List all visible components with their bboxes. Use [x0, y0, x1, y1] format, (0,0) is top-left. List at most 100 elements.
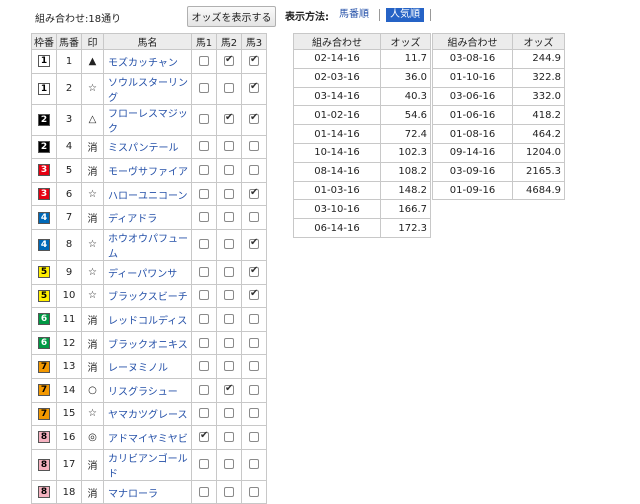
horse3-checkbox[interactable] — [249, 288, 259, 301]
horse-name-link[interactable]: レーヌミノル — [103, 354, 192, 379]
horse2-checkbox[interactable] — [224, 54, 234, 66]
horse1-checkbox[interactable] — [199, 212, 209, 223]
horse3-checkbox[interactable] — [249, 141, 259, 152]
horse3-checkbox[interactable] — [249, 459, 259, 470]
horse3-checkbox[interactable] — [249, 431, 259, 442]
horse-name-link[interactable]: モズカッチャン — [103, 49, 192, 74]
horse-name-link[interactable]: アドマイヤミヤビ — [103, 425, 192, 450]
horse3-checkbox[interactable] — [249, 81, 259, 94]
horse1-checkbox[interactable] — [199, 361, 209, 372]
horse2-checkbox[interactable] — [224, 408, 234, 419]
waku-cell: 2 — [31, 103, 57, 136]
horse2-checkbox[interactable] — [224, 290, 234, 301]
horse2-checkbox[interactable] — [224, 164, 234, 175]
horse-name-link[interactable]: ディアドラ — [103, 205, 192, 230]
horse1-checkbox[interactable] — [199, 266, 209, 277]
umaban-cell: 15 — [56, 401, 82, 427]
horse1-checkbox[interactable] — [199, 290, 209, 301]
show-odds-button[interactable]: オッズを表示する — [187, 6, 276, 27]
horse-name-link[interactable]: ミスパンテール — [103, 134, 192, 160]
horse3-checkbox[interactable] — [249, 265, 259, 277]
horse3-checkbox[interactable] — [249, 313, 259, 324]
horse-name-link[interactable]: ホウオウパフューム — [103, 228, 192, 261]
horse1-cell — [191, 479, 217, 504]
horse3-checkbox[interactable] — [249, 164, 259, 175]
prediction-mark: 消 — [81, 307, 104, 332]
horse1-checkbox[interactable] — [199, 337, 209, 348]
horse1-cell — [191, 103, 217, 136]
odds-row: 06-14-16 172.3 — [293, 218, 431, 238]
horse1-checkbox[interactable] — [199, 83, 209, 94]
horse2-checkbox[interactable] — [224, 431, 234, 442]
horse2-checkbox[interactable] — [224, 141, 234, 152]
horse1-checkbox[interactable] — [199, 459, 209, 470]
horse-name-link[interactable]: ブラックオニキス — [103, 330, 192, 356]
horse3-checkbox[interactable] — [249, 337, 259, 348]
horse3-checkbox[interactable] — [249, 54, 259, 66]
horse-name-link[interactable]: マナローラ — [103, 479, 192, 504]
horse3-cell — [241, 330, 267, 356]
horse-name-link[interactable]: ソウルスターリング — [103, 72, 192, 105]
horse-name-link[interactable]: リスグラシュー — [103, 377, 192, 403]
horse2-checkbox[interactable] — [224, 459, 234, 470]
horse1-checkbox[interactable] — [199, 313, 209, 324]
horse3-checkbox[interactable] — [249, 187, 259, 199]
horse2-checkbox[interactable] — [224, 337, 234, 348]
horse1-cell — [191, 134, 217, 160]
umaban-cell: 17 — [56, 448, 82, 481]
horse2-checkbox[interactable] — [224, 188, 234, 199]
horse1-checkbox[interactable] — [199, 114, 209, 125]
combination-cell: 01-03-16 — [293, 180, 381, 201]
odds-value: 148.2 — [380, 180, 431, 201]
horse3-checkbox[interactable] — [249, 237, 259, 250]
prediction-mark: 消 — [81, 479, 104, 504]
horse1-checkbox[interactable] — [199, 164, 209, 175]
horse1-checkbox[interactable] — [199, 430, 209, 442]
horse1-cell — [191, 307, 217, 332]
horse-name-link[interactable]: ディーパワンサ — [103, 259, 192, 285]
horse2-checkbox[interactable] — [224, 266, 234, 277]
horse1-checkbox[interactable] — [199, 141, 209, 152]
horse-name-link[interactable]: ブラックスビーチ — [103, 283, 192, 309]
horse2-checkbox[interactable] — [224, 313, 234, 324]
horse1-checkbox[interactable] — [199, 384, 209, 395]
horse2-checkbox[interactable] — [224, 486, 234, 497]
horse1-checkbox[interactable] — [199, 486, 209, 497]
horse2-checkbox[interactable] — [224, 239, 234, 250]
odds-value: 418.2 — [512, 105, 565, 126]
horse1-checkbox[interactable] — [199, 55, 209, 66]
horse3-checkbox[interactable] — [249, 408, 259, 419]
horse-row: 4 8 ☆ ホウオウパフューム — [31, 228, 267, 261]
horse3-checkbox[interactable] — [249, 212, 259, 223]
sort-by-number-link[interactable]: 馬番順 — [335, 8, 373, 22]
horse2-checkbox[interactable] — [224, 383, 234, 395]
horse1-checkbox[interactable] — [199, 239, 209, 250]
horse3-checkbox[interactable] — [249, 384, 259, 395]
horse3-cell — [241, 205, 267, 230]
horse2-checkbox[interactable] — [224, 83, 234, 94]
waku-badge: 3 — [38, 164, 50, 177]
odds-row: 09-14-16 1204.0 — [432, 142, 565, 163]
sort-by-popularity-tab[interactable]: 人気順 — [386, 8, 424, 22]
horse2-checkbox[interactable] — [224, 112, 234, 125]
horse3-checkbox[interactable] — [249, 361, 259, 372]
horse-name-link[interactable]: レッドコルディス — [103, 307, 192, 332]
horse2-checkbox[interactable] — [224, 212, 234, 223]
horse-name-link[interactable]: モーヴサファイア — [103, 158, 192, 183]
horse-name-link[interactable]: ヤマカツグレース — [103, 401, 192, 427]
odds-value: 244.9 — [512, 49, 565, 69]
horse1-checkbox[interactable] — [199, 188, 209, 199]
waku-badge: 7 — [38, 384, 50, 397]
horse-name-link[interactable]: ハローユニコーン — [103, 181, 192, 207]
horse1-checkbox[interactable] — [199, 408, 209, 419]
horse2-checkbox[interactable] — [224, 361, 234, 372]
horse1-cell — [191, 158, 217, 183]
horse-name-link[interactable]: フローレスマジック — [103, 103, 192, 136]
prediction-mark: 消 — [81, 134, 104, 160]
horse3-checkbox[interactable] — [249, 486, 259, 497]
horse-name-link[interactable]: カリビアンゴールド — [103, 448, 192, 481]
horse3-checkbox[interactable] — [249, 112, 259, 125]
umaban-cell: 16 — [56, 425, 82, 450]
horse-row: 4 7 消ディアドラ — [31, 205, 267, 230]
horse3-cell — [241, 103, 267, 136]
